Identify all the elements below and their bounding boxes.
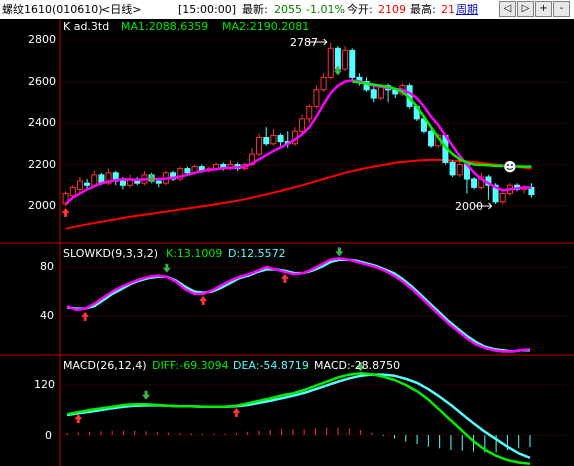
sell-signal-arrow: [61, 208, 70, 217]
zoom-in-button[interactable]: +: [535, 1, 552, 17]
macd-title: MACD(26,12,4): [63, 359, 147, 372]
kd-k-legend: K:13.1009: [166, 247, 222, 260]
symbol-code: (010610): [52, 3, 103, 16]
price-title: K ad.3td: [63, 20, 109, 33]
candle-body: [349, 49, 356, 78]
candle-body: [270, 134, 277, 145]
high-label: 最高:: [410, 3, 436, 16]
zoom-out-button[interactable]: -: [553, 1, 570, 17]
candle-body: [449, 161, 456, 176]
smiley-eye: [507, 164, 509, 166]
cycle-link[interactable]: 周期: [456, 0, 478, 19]
candle-body: [334, 47, 341, 70]
sell-signal-arrow: [280, 273, 289, 283]
candle-body: [428, 130, 435, 147]
price-tick-2800: 2800: [28, 33, 56, 46]
macd-panel[interactable]: [66, 362, 531, 466]
quote-header-bar: 螺纹1610 (010610) <日线> [15:00:00] 最新: 2055…: [0, 0, 574, 19]
buy-signal-arrow: [142, 390, 151, 400]
chart-area[interactable]: K ad.3td MA1:2088.6359 MA2:2190.2081 280…: [0, 19, 574, 466]
period-label[interactable]: <日线>: [101, 0, 141, 19]
candle-body: [69, 186, 76, 197]
low-annotation: 2000: [455, 200, 483, 213]
sell-signal-arrow: [199, 295, 208, 305]
open-label: 今开:: [347, 3, 373, 16]
candle-body: [499, 193, 506, 203]
price-tick-2600: 2600: [28, 75, 56, 88]
sell-signal-arrow: [81, 311, 90, 321]
panel-frames: [0, 19, 574, 466]
kd-tick-80: 80: [40, 260, 54, 273]
latest-value: 2055: [274, 3, 302, 16]
macd-diff-legend: DIFF:-69.3094: [152, 359, 229, 372]
change-percent: -1.01%: [306, 3, 345, 16]
candle-body: [277, 134, 284, 143]
ma2-legend: MA2:2190.2081: [222, 20, 309, 33]
macd-diff-line: [66, 372, 531, 466]
price-tick-2200: 2200: [28, 158, 56, 171]
smiley-icon: [503, 160, 517, 173]
candle-body: [327, 47, 334, 78]
kd-title: SLOWKD(9,3,3,2): [63, 247, 158, 260]
smiley-eye: [511, 164, 513, 166]
macd-tick-120: 120: [34, 378, 55, 391]
sell-signal-arrow: [232, 407, 241, 417]
high-value: 21: [441, 3, 455, 16]
ma1-legend: MA1:2088.6359: [121, 20, 208, 33]
candle-body: [76, 180, 83, 190]
candle-body: [342, 49, 349, 70]
candle-body: [119, 180, 126, 186]
candle-body: [320, 76, 327, 91]
candle-body: [456, 164, 463, 176]
candle-body: [471, 178, 478, 188]
latest-label: 最新:: [242, 3, 268, 16]
candle-body: [256, 137, 263, 155]
macd-macd-legend: MACD:-28.8750: [314, 359, 400, 372]
macd-tick-0: 0: [45, 429, 52, 442]
candle-body: [184, 168, 191, 174]
price-tick-2400: 2400: [28, 116, 56, 129]
macd-dea-line: [66, 373, 531, 460]
candle-body: [84, 182, 91, 186]
kd-d-legend: D:12.5572: [228, 247, 286, 260]
sell-signal-arrow: [74, 414, 83, 424]
kd-panel[interactable]: [66, 247, 531, 353]
candle-body: [263, 137, 270, 145]
candle-body: [91, 174, 98, 186]
candle-body: [313, 89, 320, 107]
candle-body: [155, 180, 162, 184]
candle-body: [370, 89, 377, 99]
buy-signal-arrow: [335, 247, 344, 257]
buy-signal-arrow: [162, 263, 171, 273]
kd-tick-40: 40: [40, 309, 54, 322]
candle-body: [299, 118, 306, 132]
symbol-name: 螺纹1610: [2, 3, 52, 16]
time-display: [15:00:00]: [178, 3, 236, 16]
candle-body: [306, 105, 313, 120]
prev-button[interactable]: ◁: [499, 1, 516, 17]
next-button[interactable]: ▷: [517, 1, 534, 17]
high-annotation: 2787: [290, 36, 318, 49]
price-tick-2000: 2000: [28, 199, 56, 212]
open-value: 2109: [378, 3, 406, 16]
macd-dea-legend: DEA:-54.8719: [233, 359, 309, 372]
